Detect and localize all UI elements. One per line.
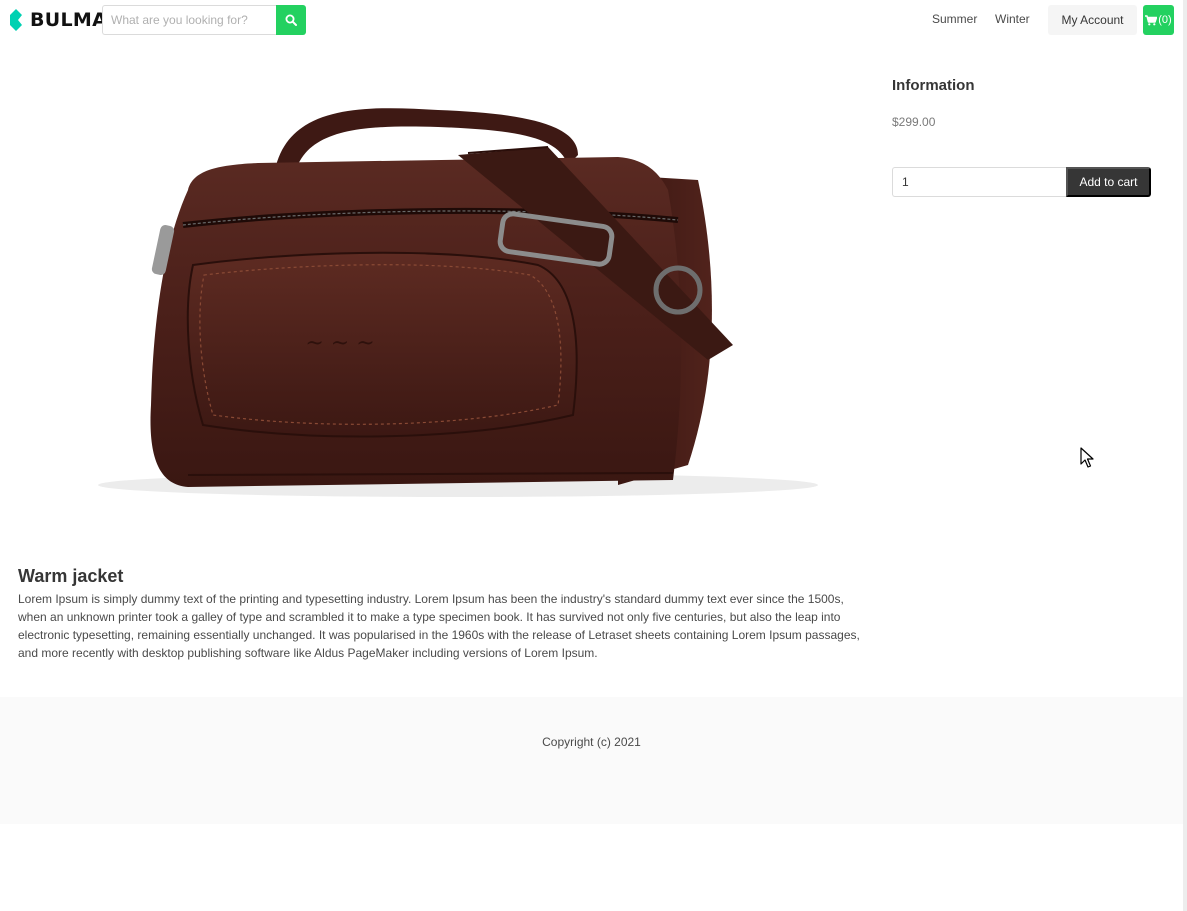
cart-count: (0): [1158, 14, 1172, 26]
brand-logo[interactable]: BULMA: [9, 9, 107, 31]
footer: Copyright (c) 2021: [0, 697, 1183, 824]
my-account-button[interactable]: My Account: [1048, 5, 1137, 35]
info-title: Information: [892, 77, 975, 94]
search-input[interactable]: [102, 5, 277, 35]
scrollbar-track[interactable]: [1183, 0, 1187, 911]
search-bar: [102, 5, 306, 35]
brand-name: BULMA: [30, 9, 108, 31]
copyright-text: Copyright (c) 2021: [542, 735, 641, 749]
search-icon: [285, 14, 298, 26]
bulma-logo-icon: [10, 9, 22, 31]
cart-button[interactable]: (0): [1143, 5, 1174, 35]
navbar: BULMA Summer Winter My Account (0): [0, 0, 1183, 40]
quantity-input[interactable]: [892, 167, 1067, 197]
product-title: Warm jacket: [18, 566, 124, 586]
nav-link-winter[interactable]: Winter: [995, 12, 1030, 26]
add-to-cart-button[interactable]: Add to cart: [1066, 167, 1151, 197]
svg-text:~ ~ ~: ~ ~ ~: [305, 331, 374, 356]
cart-icon: [1145, 14, 1158, 25]
product-image: ~ ~ ~: [98, 108, 818, 497]
product-price: $299.00: [892, 115, 936, 129]
mouse-cursor-icon: [1080, 447, 1094, 468]
search-button[interactable]: [276, 5, 306, 35]
product-description: Lorem Ipsum is simply dummy text of the …: [18, 592, 860, 660]
nav-link-summer[interactable]: Summer: [932, 12, 977, 26]
